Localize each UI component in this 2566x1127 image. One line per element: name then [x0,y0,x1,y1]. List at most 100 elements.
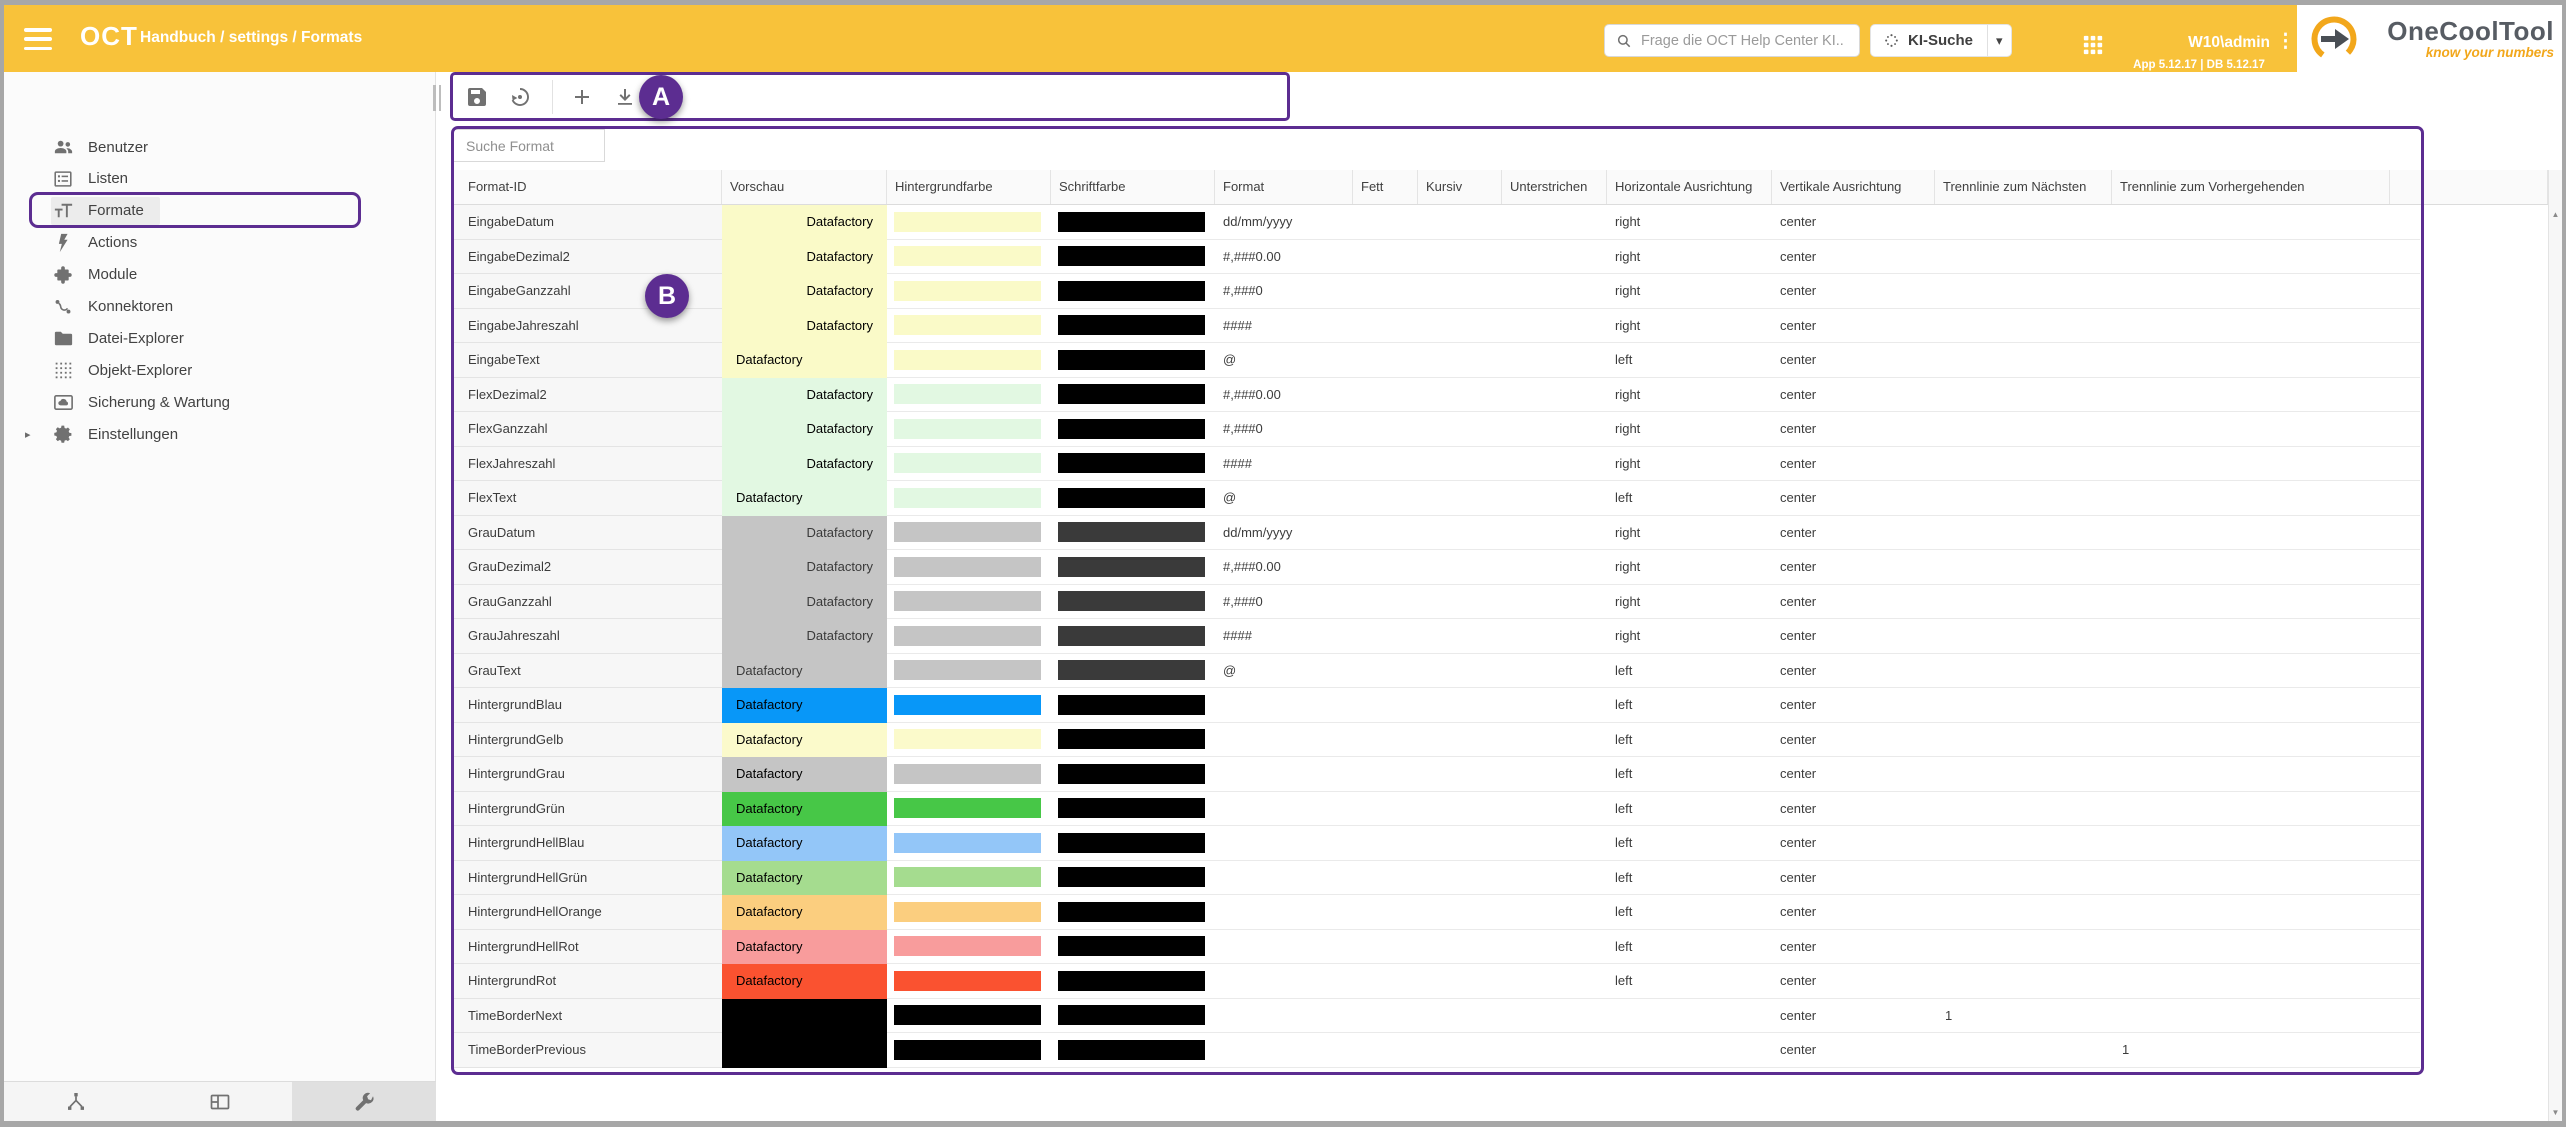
table-row[interactable]: FlexTextDatafactory@leftcenter [452,481,2420,516]
cell-fett [1353,343,1418,378]
cell-fett [1353,619,1418,654]
table-row[interactable]: TimeBorderPreviouscenter1 [452,1033,2420,1068]
table-row[interactable]: EingabeDatumDatafactorydd/mm/yyyyrightce… [452,205,2420,240]
cell-trennlinie-vorhergehenden [2112,688,2390,723]
sidebar-item-formate[interactable]: Formate [4,195,435,227]
kebab-menu-icon[interactable]: ⋮ [2276,32,2295,52]
logged-in-user[interactable]: W10\admin [2134,34,2270,52]
sidebar-item-sicherung-wartung[interactable]: Sicherung & Wartung [4,386,435,418]
table-row[interactable]: HintergrundHellGrünDatafactoryleftcenter [452,861,2420,896]
footer-tab-wrench[interactable] [292,1082,436,1121]
column-header-hintergrundfarbe[interactable]: Hintergrundfarbe [887,170,1051,204]
cell-vorschau: Datafactory [722,274,887,309]
format-filter-input[interactable] [454,130,604,161]
footer-tab-layout[interactable] [148,1082,292,1121]
column-header-trennlinie-zum-n-chsten[interactable]: Trennlinie zum Nächsten [1935,170,2112,204]
history-button[interactable] [507,84,533,110]
cell-schriftfarbe [1051,309,1215,344]
column-header-unterstrichen[interactable]: Unterstrichen [1502,170,1607,204]
column-header-horizontale-ausrichtung[interactable]: Horizontale Ausrichtung [1607,170,1772,204]
column-header-schriftfarbe[interactable]: Schriftfarbe [1051,170,1215,204]
scroll-down-icon[interactable]: ▼ [2549,1108,2562,1117]
cell-format [1215,1033,1353,1068]
table-row[interactable]: EingabeDezimal2Datafactory#,###0.00right… [452,240,2420,275]
ki-suche-dropdown-arrow[interactable]: ▾ [1987,25,2011,56]
cell-format-id: TimeBorderPrevious [452,1033,722,1068]
vertical-scrollbar[interactable]: ▲ ▼ [2548,170,2562,1121]
table-row[interactable]: FlexGanzzahlDatafactory#,###0rightcenter [452,412,2420,447]
table-row[interactable]: GrauDezimal2Datafactory#,###0.00rightcen… [452,550,2420,585]
sidebar-item-listen[interactable]: Listen [4,163,435,195]
cell-kursiv [1418,964,1502,999]
sidebar-item-konnektoren[interactable]: Konnektoren [4,291,435,323]
table-row[interactable]: GrauDatumDatafactorydd/mm/yyyyrightcente… [452,516,2420,551]
cell-filler [2390,550,2420,585]
table-row[interactable]: HintergrundGrünDatafactoryleftcenter [452,792,2420,827]
table-row[interactable]: HintergrundGelbDatafactoryleftcenter [452,723,2420,758]
sidebar-item-benutzer[interactable]: Benutzer [4,131,435,163]
table-row[interactable]: GrauGanzzahlDatafactory#,###0rightcenter [452,585,2420,620]
cell-format: @ [1215,481,1353,516]
column-header-format-id[interactable]: Format-ID [452,170,722,204]
sidebar-item-datei-explorer[interactable]: Datei-Explorer [4,322,435,354]
table-row[interactable]: EingabeJahreszahlDatafactory####rightcen… [452,309,2420,344]
logo-title: OneCoolTool [2387,18,2554,44]
cell-fett [1353,688,1418,723]
cell-trennlinie-naechsten [1935,240,2112,275]
table-row[interactable]: HintergrundHellBlauDatafactoryleftcenter [452,826,2420,861]
background-color-swatch [894,453,1041,473]
font-color-swatch [1058,488,1205,508]
cell-kursiv [1418,412,1502,447]
table-row[interactable]: FlexJahreszahlDatafactory####rightcenter [452,447,2420,482]
apps-grid-icon[interactable] [2082,34,2104,56]
column-header-trennlinie-zum-vorhergehenden[interactable]: Trennlinie zum Vorhergehenden [2112,170,2390,204]
ki-suche-button[interactable]: KI-Suche [1871,25,1987,56]
sidebar-item-objekt-explorer[interactable]: Objekt-Explorer [4,354,435,386]
table-row[interactable]: HintergrundHellOrangeDatafactoryleftcent… [452,895,2420,930]
cell-horizontale-ausrichtung: left [1607,723,1772,758]
cell-unterstrichen [1502,792,1607,827]
table-row[interactable]: HintergrundGrauDatafactoryleftcenter [452,757,2420,792]
table-row[interactable]: GrauJahreszahlDatafactory####rightcenter [452,619,2420,654]
save-button[interactable] [464,84,490,110]
sidebar-item-label: Listen [88,170,128,187]
cell-trennlinie-naechsten [1935,205,2112,240]
column-header-format[interactable]: Format [1215,170,1353,204]
expand-arrow-icon[interactable]: ▸ [25,428,31,441]
cell-kursiv [1418,240,1502,275]
cell-trennlinie-vorhergehenden [2112,723,2390,758]
background-color-swatch [894,902,1041,922]
table-row[interactable]: EingabeTextDatafactory@leftcenter [452,343,2420,378]
cell-unterstrichen [1502,240,1607,275]
format-filter-box[interactable] [453,129,605,162]
help-center-search[interactable] [1604,24,1860,57]
scroll-up-icon[interactable]: ▲ [2549,210,2562,219]
cell-kursiv [1418,792,1502,827]
add-button[interactable] [569,84,595,110]
font-color-swatch [1058,1005,1205,1025]
column-header-vorschau[interactable]: Vorschau [722,170,887,204]
download-button[interactable] [612,84,638,110]
table-row[interactable]: TimeBorderNextcenter1 [452,999,2420,1034]
sidebar-item-module[interactable]: Module [4,259,435,291]
sidebar-nav: Benutzer Listen FormateActionsModuleKonnek… [4,72,436,1081]
footer-tab-hierarchy[interactable] [4,1082,148,1121]
sidebar-item-einstellungen[interactable]: ▸Einstellungen [4,418,435,450]
cell-vertikale-ausrichtung: center [1772,378,1935,413]
table-row[interactable]: FlexDezimal2Datafactory#,###0.00rightcen… [452,378,2420,413]
cell-filler [2390,481,2420,516]
column-header-kursiv[interactable]: Kursiv [1418,170,1502,204]
table-row[interactable]: HintergrundHellRotDatafactoryleftcenter [452,930,2420,965]
table-row[interactable]: HintergrundRotDatafactoryleftcenter [452,964,2420,999]
sidebar-item-actions[interactable]: Actions [4,227,435,259]
table-row[interactable]: GrauTextDatafactory@leftcenter [452,654,2420,689]
table-row[interactable]: HintergrundBlauDatafactoryleftcenter [452,688,2420,723]
column-header-fett[interactable]: Fett [1353,170,1418,204]
hamburger-menu-icon[interactable] [24,28,52,50]
search-input[interactable] [1639,32,1859,50]
column-header-vertikale-ausrichtung[interactable]: Vertikale Ausrichtung [1772,170,1935,204]
cell-trennlinie-vorhergehenden [2112,585,2390,620]
table-row[interactable]: EingabeGanzzahlDatafactory#,###0rightcen… [452,274,2420,309]
cell-filler [2390,447,2420,482]
panel-drag-handle[interactable] [431,85,443,111]
